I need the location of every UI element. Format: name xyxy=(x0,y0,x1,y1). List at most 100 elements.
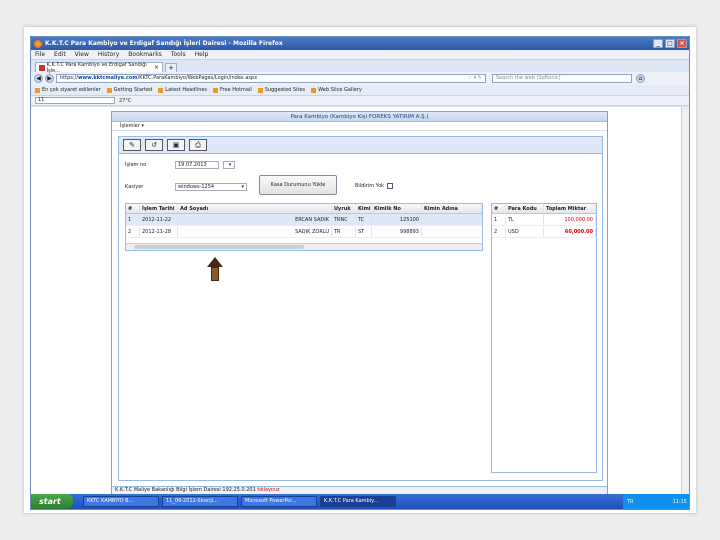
bookmark-suggested-sites[interactable]: Suggested Sites xyxy=(257,87,305,93)
taskbar-item[interactable]: KKTC KAMBİYO B... xyxy=(83,496,159,507)
table-row[interactable]: 1 TL 100,000.00 xyxy=(492,214,596,226)
rss-icon xyxy=(158,87,164,93)
col-index[interactable]: # xyxy=(492,204,506,213)
transaction-panel: ✎ ↺ ▣ ⎙ İşlem no 19.07.2013 ▾ Kasiyer wi… xyxy=(118,136,603,481)
col-id-type[interactable]: Kimi xyxy=(356,204,372,213)
firefox-icon xyxy=(34,39,42,48)
taskbar-item[interactable]: Microsoft PowerPoi... xyxy=(241,496,317,507)
currency-totals-grid: # Para Kodu Toplam Miktar 1 TL 100,000.0… xyxy=(491,203,597,473)
panel-toolbar: ✎ ↺ ▣ ⎙ xyxy=(119,137,602,154)
bookmark-web-slice[interactable]: Web Slice Gallery xyxy=(311,87,362,93)
load-cash-button[interactable]: Kasa Durumunu Yükle xyxy=(259,175,337,195)
grid-header: # Para Kodu Toplam Miktar xyxy=(492,204,596,214)
new-tab-button[interactable]: + xyxy=(165,63,177,72)
menu-history[interactable]: History xyxy=(98,51,119,58)
bookmark-most-visited[interactable]: En çok ziyaret edilenler xyxy=(35,87,101,93)
scrollbar-thumb[interactable] xyxy=(134,245,304,249)
maximize-button[interactable]: □ xyxy=(665,39,675,48)
browser-window: K.K.T.C Para Kambiyo ve Erdigaf Sandığı … xyxy=(30,36,690,510)
browser-tab[interactable]: K.K.T.C Para Kambiyo ve Erdigaf Sandığı … xyxy=(35,61,163,74)
col-on-behalf[interactable]: Kimin Adına xyxy=(422,204,482,213)
footer-link[interactable]: tıklayınız xyxy=(257,487,279,493)
close-button[interactable]: × xyxy=(677,39,687,48)
bookmark-icon xyxy=(35,87,40,93)
clock: 11:15 xyxy=(672,498,687,505)
forward-button[interactable]: ▶ xyxy=(45,74,54,83)
bookmark-latest-headlines[interactable]: Latest Headlines xyxy=(158,87,207,93)
app-footer: K.K.T.C Maliye Bakanlığı Bilgi İşlem Dai… xyxy=(112,486,607,494)
bookmark-getting-started[interactable]: Getting Started xyxy=(106,87,152,93)
grid-horizontal-scrollbar[interactable] xyxy=(126,243,482,250)
bookmark-icon xyxy=(106,87,112,93)
address-bar[interactable]: https:// www.kktcmaliye.com /KKTC.ParaKa… xyxy=(56,74,486,83)
search-input[interactable]: Search the web (Softonic) xyxy=(492,74,632,83)
menu-edit[interactable]: Edit xyxy=(54,51,66,58)
save-icon[interactable]: ▣ xyxy=(167,139,185,151)
grid-header: # İşlem Tarihi Ad Soyadı Uyruk Kimi Kiml… xyxy=(126,204,482,214)
table-row[interactable]: 2 2012-11-28 SADIK ZORLU TR ST 998893 xyxy=(126,226,482,238)
url-prefix: https:// xyxy=(60,75,78,81)
menu-view[interactable]: View xyxy=(75,51,89,58)
col-nationality[interactable]: Uyruk xyxy=(332,204,356,213)
navigation-bar: ◀ ▶ https:// www.kktcmaliye.com /KKTC.Pa… xyxy=(31,72,689,85)
app-header: Para Kambiyo (Kambiyo Kişi FOREKS YATIRI… xyxy=(112,112,607,122)
start-button[interactable]: start xyxy=(31,494,73,509)
date-label: İşlem no xyxy=(125,162,147,168)
taskbar-item-active[interactable]: K.K.T.C Para Kambiy... xyxy=(320,496,396,507)
pointer-arrow-stem xyxy=(211,267,219,281)
bookmark-star-icon[interactable]: ☆ ▾ ↻ xyxy=(468,75,482,82)
browser-titlebar[interactable]: K.K.T.C Para Kambiyo ve Erdigaf Sandığı … xyxy=(31,37,689,50)
edit-icon[interactable]: ✎ xyxy=(123,139,141,151)
table-row[interactable]: 2 USD 60,000.00 xyxy=(492,226,596,238)
menu-bar: File Edit View History Bookmarks Tools H… xyxy=(31,50,689,60)
slide-frame: K.K.T.C Para Kambiyo ve Erdigaf Sandığı … xyxy=(24,27,696,513)
home-button[interactable]: ⌂ xyxy=(636,74,645,83)
back-button[interactable]: ◀ xyxy=(34,74,43,83)
minimize-button[interactable]: _ xyxy=(653,39,663,48)
windows-taskbar: start KKTC KAMBİYO B... 11_09-2012-Siner… xyxy=(31,494,689,509)
col-currency-code[interactable]: Para Kodu xyxy=(506,204,544,213)
cashier-row: Kasiyer windows-1254 ▾ xyxy=(125,183,247,191)
bookmarks-toolbar: En çok ziyaret edilenler Getting Started… xyxy=(31,85,689,96)
menu-file[interactable]: File xyxy=(35,51,45,58)
bookmark-free-hotmail[interactable]: Free Hotmail xyxy=(213,87,252,93)
addon-search-input[interactable]: 11 xyxy=(35,97,115,104)
bookmark-icon xyxy=(257,87,263,93)
print-icon[interactable]: ⎙ xyxy=(189,139,207,151)
notify-row: Bildirim Yok xyxy=(355,183,394,189)
col-index[interactable]: # xyxy=(126,204,140,213)
url-path: /KKTC.ParaKambiyo/WebPages/Login/index.a… xyxy=(137,75,258,81)
col-total-amount[interactable]: Toplam Miktar xyxy=(544,204,596,213)
addon-toolbar: 11 27°C xyxy=(31,96,689,106)
site-favicon-icon xyxy=(39,64,45,71)
menu-tools[interactable]: Tools xyxy=(171,51,186,58)
notify-checkbox[interactable] xyxy=(387,183,394,189)
page-vertical-scrollbar[interactable] xyxy=(681,107,689,495)
table-row[interactable]: 1 2012-11-22 ERCAN SADIK TRNC TC 125100 xyxy=(126,214,482,226)
bookmark-icon xyxy=(213,87,219,93)
tab-label: K.K.T.C Para Kambiyo ve Erdigaf Sandığı … xyxy=(46,61,147,74)
transactions-grid: # İşlem Tarihi Ad Soyadı Uyruk Kimi Kiml… xyxy=(125,203,483,251)
url-host: www.kktcmaliye.com xyxy=(77,75,138,81)
cashier-label: Kasiyer xyxy=(125,184,144,190)
app-menu-islemler[interactable]: İşlemler ▾ xyxy=(112,122,607,131)
footer-text: K.K.T.C Maliye Bakanlığı Bilgi İşlem Dai… xyxy=(115,487,256,493)
undo-icon[interactable]: ↺ xyxy=(145,139,163,151)
col-id-no[interactable]: Kimlik No xyxy=(372,204,422,213)
window-title: K.K.T.C Para Kambiyo ve Erdigaf Sandığı … xyxy=(45,40,283,47)
menu-bookmarks[interactable]: Bookmarks xyxy=(128,51,162,58)
app-window: Para Kambiyo (Kambiyo Kişi FOREKS YATIRI… xyxy=(111,111,608,495)
menu-help[interactable]: Help xyxy=(195,51,209,58)
taskbar-item[interactable]: 11_09-2012-Sinerji... xyxy=(162,496,238,507)
pointer-arrow-icon xyxy=(207,257,223,267)
date-picker-button[interactable]: ▾ xyxy=(223,161,235,169)
col-name[interactable]: Ad Soyadı xyxy=(178,204,332,213)
cashier-select[interactable]: windows-1254 ▾ xyxy=(175,183,247,191)
tab-close-icon[interactable]: × xyxy=(154,64,159,71)
bookmark-icon xyxy=(311,87,317,93)
date-field[interactable]: 19.07.2013 xyxy=(175,161,219,169)
tab-bar: K.K.T.C Para Kambiyo ve Erdigaf Sandığı … xyxy=(31,60,689,74)
page-content: Para Kambiyo (Kambiyo Kişi FOREKS YATIRI… xyxy=(31,107,689,495)
col-date[interactable]: İşlem Tarihi xyxy=(140,204,178,213)
language-indicator[interactable]: TR xyxy=(627,499,634,505)
